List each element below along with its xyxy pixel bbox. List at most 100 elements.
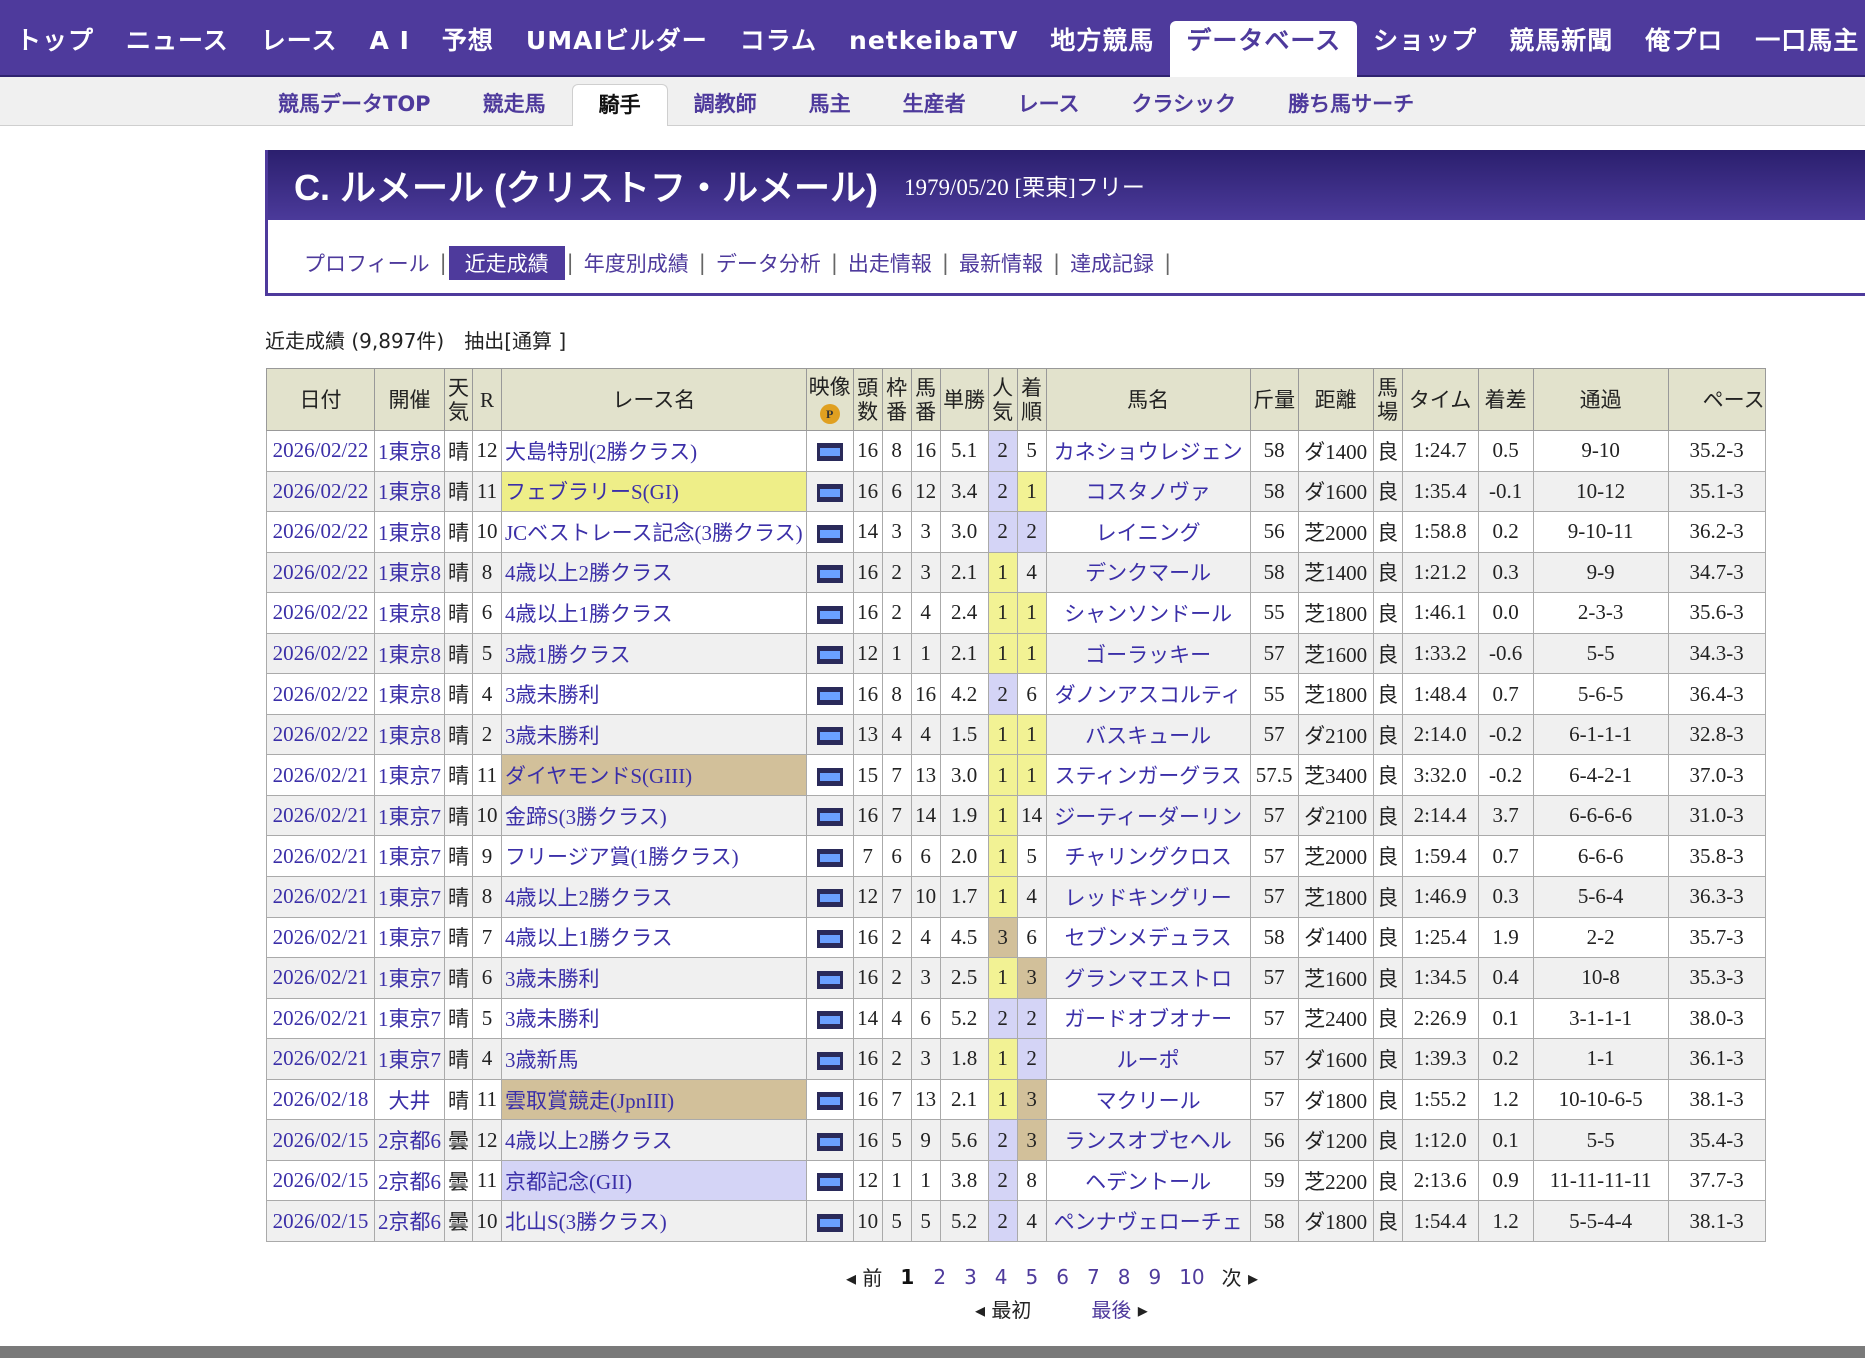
venue-cell[interactable]: 1東京7 xyxy=(374,916,445,959)
date-cell[interactable]: 2026/02/21 xyxy=(266,916,375,959)
video-icon[interactable] xyxy=(816,443,843,462)
race-name-cell[interactable]: 3歳新馬 xyxy=(501,1038,807,1080)
video-icon[interactable] xyxy=(816,1051,843,1070)
video-cell[interactable] xyxy=(805,957,854,999)
date-cell[interactable]: 2026/02/15 xyxy=(266,1200,375,1242)
horse-name-cell[interactable]: マクリール xyxy=(1045,1078,1251,1121)
horse-name-cell[interactable]: ガードオブオナー xyxy=(1045,997,1251,1040)
video-icon[interactable] xyxy=(816,1011,843,1030)
subnav-item[interactable]: 競走馬 xyxy=(457,84,572,126)
date-cell[interactable]: 2026/02/15 xyxy=(266,1119,375,1161)
venue-cell[interactable]: 1東京7 xyxy=(374,835,445,878)
video-cell[interactable] xyxy=(805,1200,854,1242)
race-name-cell[interactable]: フェブラリーS(GI) xyxy=(501,470,807,513)
venue-cell[interactable]: 1東京8 xyxy=(374,511,445,553)
subnav-item[interactable]: レース xyxy=(992,84,1106,126)
horse-name-cell[interactable]: バスキュール xyxy=(1045,713,1251,756)
video-cell[interactable] xyxy=(805,1038,854,1080)
topnav-item[interactable]: トップ xyxy=(0,21,110,77)
page-link[interactable]: 9 xyxy=(1148,1265,1161,1289)
horse-name-cell[interactable]: デンクマール xyxy=(1045,551,1251,594)
horse-name-cell[interactable]: レイニング xyxy=(1045,511,1251,553)
date-cell[interactable]: 2026/02/22 xyxy=(266,592,375,634)
topnav-item[interactable]: ショップ xyxy=(1357,21,1493,77)
profile-tab[interactable]: 出走情報 xyxy=(840,246,940,280)
date-cell[interactable]: 2026/02/22 xyxy=(266,430,375,472)
video-cell[interactable] xyxy=(805,835,854,878)
topnav-item[interactable]: netkeibaTV xyxy=(833,21,1034,77)
horse-name-cell[interactable]: カネショウレジェン xyxy=(1045,430,1251,472)
venue-cell[interactable]: 1東京8 xyxy=(374,673,445,715)
race-name-cell[interactable]: 3歳未勝利 xyxy=(501,673,807,715)
horse-name-cell[interactable]: ランスオブセヘル xyxy=(1045,1119,1251,1161)
date-cell[interactable]: 2026/02/21 xyxy=(266,876,375,918)
date-cell[interactable]: 2026/02/22 xyxy=(266,551,375,594)
video-icon[interactable] xyxy=(816,484,843,502)
topnav-item[interactable]: コラム xyxy=(724,21,833,77)
topnav-item[interactable]: 地方競馬 xyxy=(1034,21,1170,77)
date-cell[interactable]: 2026/02/22 xyxy=(266,470,375,513)
race-name-cell[interactable]: 4歳以上1勝クラス xyxy=(501,592,807,634)
race-name-cell[interactable]: 大島特別(2勝クラス) xyxy=(501,430,807,472)
page-link[interactable]: 6 xyxy=(1056,1265,1069,1289)
horse-name-cell[interactable]: コスタノヴァ xyxy=(1045,470,1251,513)
venue-cell[interactable]: 1東京7 xyxy=(374,794,445,837)
horse-name-cell[interactable]: セブンメデュラス xyxy=(1045,916,1251,959)
video-icon[interactable] xyxy=(816,646,843,665)
horse-name-cell[interactable]: シャンソンドール xyxy=(1045,592,1251,634)
venue-cell[interactable]: 1東京7 xyxy=(374,876,445,918)
video-cell[interactable] xyxy=(805,1159,854,1202)
topnav-item[interactable]: データベース xyxy=(1170,21,1358,77)
next-page-link[interactable]: 次 ▸ xyxy=(1222,1262,1258,1291)
video-cell[interactable] xyxy=(805,511,854,553)
video-cell[interactable] xyxy=(805,673,854,715)
page-link[interactable]: 2 xyxy=(933,1265,946,1289)
video-cell[interactable] xyxy=(805,632,854,675)
race-name-cell[interactable]: 3歳未勝利 xyxy=(501,997,807,1040)
race-name-cell[interactable]: 4歳以上2勝クラス xyxy=(501,876,807,918)
video-icon[interactable] xyxy=(816,767,843,786)
venue-cell[interactable]: 2京都6 xyxy=(374,1119,445,1161)
horse-name-cell[interactable]: ジーティーダーリン xyxy=(1045,794,1251,837)
video-cell[interactable] xyxy=(805,430,854,472)
horse-name-cell[interactable]: スティンガーグラス xyxy=(1045,754,1251,796)
video-icon[interactable] xyxy=(816,686,843,705)
subnav-item[interactable]: 勝ち馬サーチ xyxy=(1262,84,1440,126)
race-name-cell[interactable]: JCベストレース記念(3勝クラス) xyxy=(501,511,807,553)
race-name-cell[interactable]: 3歳未勝利 xyxy=(501,957,807,999)
page-link[interactable]: 7 xyxy=(1087,1265,1100,1289)
profile-tab[interactable]: 最新情報 xyxy=(951,246,1051,280)
venue-cell[interactable]: 1東京8 xyxy=(374,470,445,513)
date-cell[interactable]: 2026/02/21 xyxy=(266,754,375,796)
venue-cell[interactable]: 2京都6 xyxy=(374,1159,445,1202)
subnav-item[interactable]: 競馬データTOP xyxy=(252,84,457,126)
video-cell[interactable] xyxy=(805,876,854,918)
first-page-link[interactable]: ◂ 最初 xyxy=(975,1294,1031,1323)
video-icon[interactable] xyxy=(816,1213,843,1232)
video-cell[interactable] xyxy=(805,470,854,513)
video-cell[interactable] xyxy=(805,754,854,796)
topnav-item[interactable]: 予想 xyxy=(426,21,510,77)
profile-tab[interactable]: 達成記録 xyxy=(1062,246,1162,280)
page-link[interactable]: 3 xyxy=(964,1265,977,1289)
horse-name-cell[interactable]: ルーポ xyxy=(1045,1038,1251,1080)
video-icon[interactable] xyxy=(816,970,843,989)
video-icon[interactable] xyxy=(816,524,843,543)
prev-page-link[interactable]: ◂ 前 xyxy=(846,1262,882,1291)
video-icon[interactable] xyxy=(816,808,843,827)
video-cell[interactable] xyxy=(805,592,854,634)
venue-cell[interactable]: 1東京8 xyxy=(374,592,445,634)
date-cell[interactable]: 2026/02/15 xyxy=(266,1159,375,1202)
date-cell[interactable]: 2026/02/22 xyxy=(266,511,375,553)
video-icon[interactable] xyxy=(816,1173,843,1192)
video-icon[interactable] xyxy=(816,848,843,867)
topnav-item[interactable]: 一口馬主 xyxy=(1739,21,1865,77)
horse-name-cell[interactable]: グランマエストロ xyxy=(1045,957,1251,999)
subnav-item[interactable]: 生産者 xyxy=(877,84,992,126)
race-name-cell[interactable]: 4歳以上2勝クラス xyxy=(501,1119,807,1161)
video-cell[interactable] xyxy=(805,997,854,1040)
date-cell[interactable]: 2026/02/21 xyxy=(266,957,375,999)
venue-cell[interactable]: 大井 xyxy=(374,1078,445,1121)
video-cell[interactable] xyxy=(805,1119,854,1161)
race-name-cell[interactable]: 4歳以上2勝クラス xyxy=(501,551,807,594)
